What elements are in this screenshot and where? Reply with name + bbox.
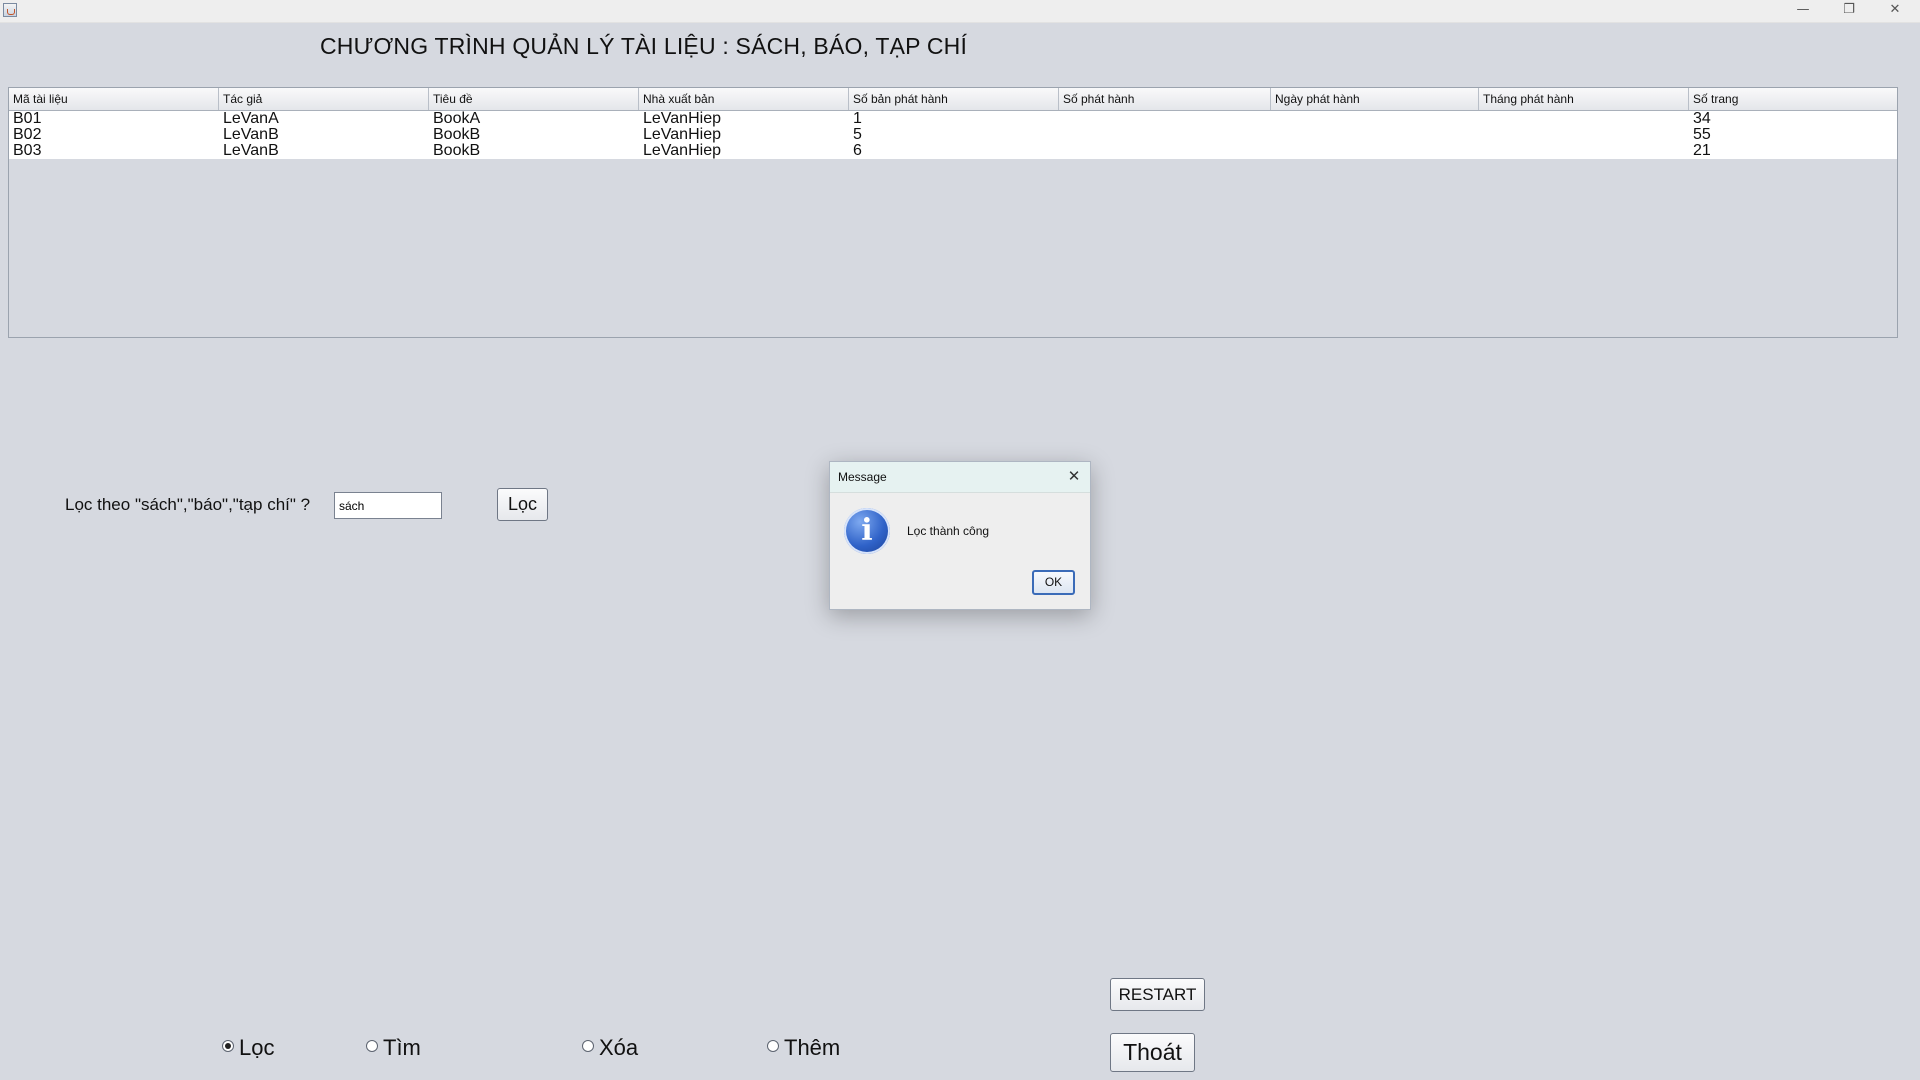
table-cell: BookB: [433, 143, 481, 159]
table-cell: LeVanB: [223, 127, 279, 143]
ok-button[interactable]: OK: [1032, 570, 1075, 595]
table-cell: [1479, 143, 1689, 159]
filter-label: Lọc theo "sách","báo","tạp chí" ?: [65, 495, 311, 514]
window-titlebar: — ❐ ✕: [0, 0, 1920, 23]
dialog-message: Lọc thành công: [907, 524, 990, 538]
column-header[interactable]: Mã tài liệu: [9, 88, 219, 110]
documents-table[interactable]: Mã tài liệu Tác giả Tiêu đề Nhà xuất bản…: [8, 87, 1898, 338]
column-header[interactable]: Số trang: [1689, 88, 1897, 110]
radio-label: Tìm: [383, 1035, 421, 1060]
table-cell: LeVanB: [223, 143, 279, 159]
table-body: B01 LeVanA BookA LeVanHiep 1 34 B02 LeVa…: [9, 111, 1897, 159]
restart-button[interactable]: RESTART: [1110, 978, 1205, 1011]
filter-input[interactable]: [334, 492, 442, 519]
radio-label: Thêm: [784, 1035, 841, 1060]
column-header[interactable]: Số phát hành: [1059, 88, 1271, 110]
table-cell: 5: [853, 127, 862, 143]
table-row[interactable]: B01 LeVanA BookA LeVanHiep 1 34: [9, 111, 1897, 127]
table-cell: B01: [13, 111, 42, 127]
table-row[interactable]: B02 LeVanB BookB LeVanHiep 5 55: [9, 127, 1897, 143]
table-cell: [1271, 127, 1479, 143]
dialog-titlebar[interactable]: Message ✕: [830, 462, 1090, 493]
info-icon: i: [844, 508, 890, 554]
column-header[interactable]: Ngày phát hành: [1271, 88, 1479, 110]
table-cell: 6: [853, 143, 862, 159]
radio-label: Lọc: [239, 1035, 275, 1060]
java-app-icon: [3, 3, 17, 17]
maximize-button[interactable]: ❐: [1826, 0, 1872, 22]
table-header: Mã tài liệu Tác giả Tiêu đề Nhà xuất bản…: [9, 88, 1897, 111]
filter-button[interactable]: Lọc: [497, 488, 548, 521]
table-cell: [1059, 111, 1271, 127]
table-cell: [1059, 127, 1271, 143]
table-cell: LeVanA: [223, 111, 279, 127]
close-icon[interactable]: ✕: [1064, 466, 1084, 486]
column-header[interactable]: Tác giả: [219, 88, 429, 110]
column-header[interactable]: Nhà xuất bản: [639, 88, 849, 110]
table-cell: B03: [13, 143, 42, 159]
table-cell: BookA: [433, 111, 481, 127]
column-header[interactable]: Tiêu đề: [429, 88, 639, 110]
dialog-title: Message: [838, 470, 887, 484]
close-window-button[interactable]: ✕: [1872, 0, 1918, 22]
table-cell: 1: [853, 111, 862, 127]
table-cell: [1479, 111, 1689, 127]
mode-radio-tim[interactable]: Tìm: [366, 1034, 421, 1062]
table-cell: BookB: [433, 127, 481, 143]
radio-label: Xóa: [599, 1035, 639, 1060]
column-header[interactable]: Tháng phát hành: [1479, 88, 1689, 110]
table-cell: [1059, 143, 1271, 159]
table-cell: 34: [1693, 111, 1711, 127]
radio-indicator[interactable]: [767, 1040, 779, 1053]
table-cell: LeVanHiep: [643, 143, 721, 159]
table-row[interactable]: B03 LeVanB BookB LeVanHiep 6 21: [9, 143, 1897, 159]
table-cell: [1479, 127, 1689, 143]
mode-radio-them[interactable]: Thêm: [767, 1034, 840, 1062]
exit-button[interactable]: Thoát: [1110, 1033, 1195, 1072]
table-cell: B02: [13, 127, 42, 143]
column-header[interactable]: Số bản phát hành: [849, 88, 1059, 110]
table-cell: [1271, 111, 1479, 127]
table-cell: LeVanHiep: [643, 111, 721, 127]
page-title: CHƯƠNG TRÌNH QUẢN LÝ TÀI LIỆU : SÁCH, BÁ…: [320, 33, 968, 59]
mode-radio-xoa[interactable]: Xóa: [582, 1034, 638, 1062]
radio-indicator[interactable]: [366, 1040, 378, 1053]
table-cell: [1271, 143, 1479, 159]
radio-selected-indicator[interactable]: [222, 1040, 234, 1053]
message-dialog: Message ✕ i Lọc thành công OK: [829, 461, 1091, 610]
table-cell: LeVanHiep: [643, 127, 721, 143]
table-cell: 55: [1693, 127, 1711, 143]
table-cell: 21: [1693, 143, 1711, 159]
mode-radio-loc[interactable]: Lọc: [222, 1034, 274, 1062]
radio-indicator[interactable]: [582, 1040, 594, 1053]
minimize-button[interactable]: —: [1780, 0, 1826, 22]
